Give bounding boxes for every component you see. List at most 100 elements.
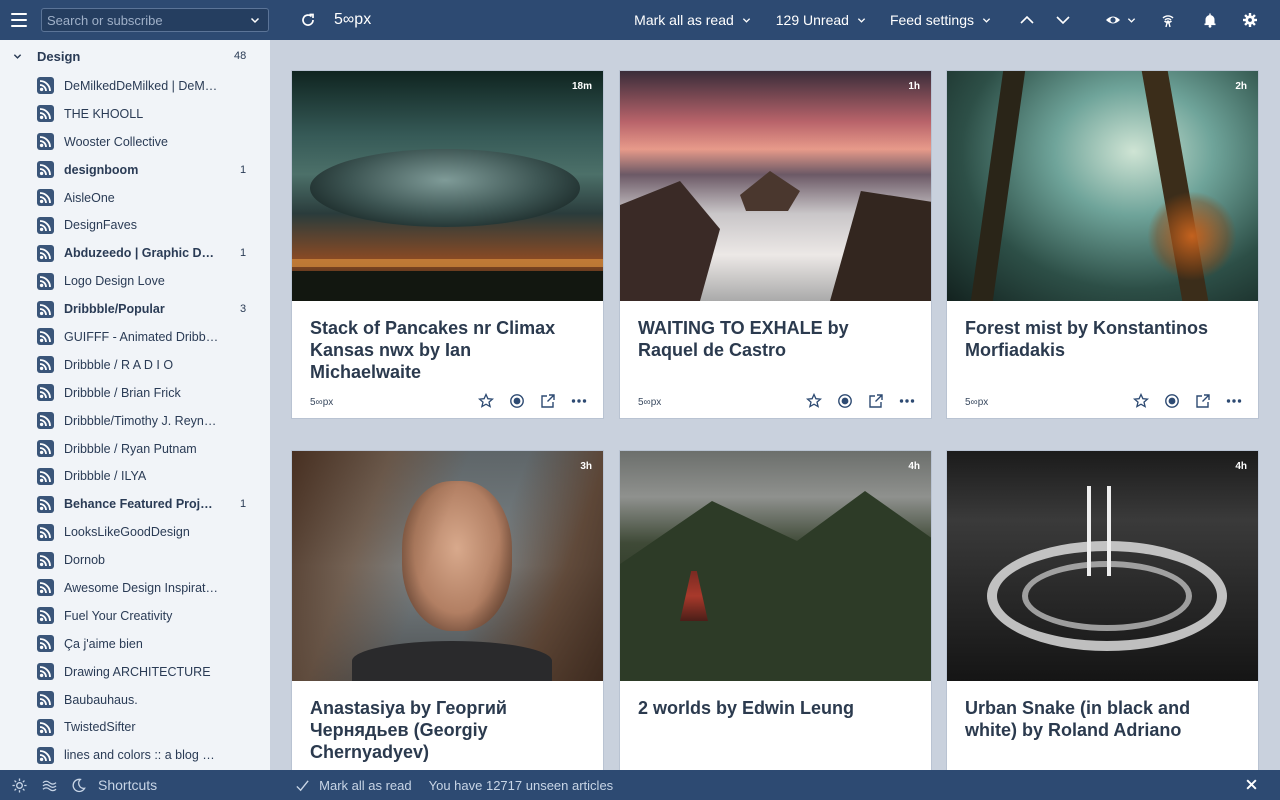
sidebar-feed-item[interactable]: Wooster Collective — [0, 128, 270, 156]
sidebar-feed-item[interactable]: THE KHOOLL — [0, 100, 270, 128]
forest-photo[interactable]: 2h — [947, 71, 1258, 301]
sidebar-feed-item[interactable]: Dribbble / Brian Frick — [0, 379, 270, 407]
sidebar-feed-item[interactable]: Awesome Design Inspiration — [0, 574, 270, 602]
article-footer — [947, 763, 1258, 770]
star-icon[interactable] — [1133, 393, 1149, 409]
chevron-up-icon[interactable] — [1019, 12, 1035, 28]
moon-icon[interactable] — [71, 778, 86, 793]
sidebar-feed-item[interactable]: Baubauhaus. — [0, 686, 270, 714]
mountain-pagoda-photo[interactable]: 4h — [620, 451, 931, 681]
sidebar-feed-item[interactable]: Fuel Your Creativity — [0, 602, 270, 630]
rss-icon — [37, 244, 54, 262]
article-source: 5∞px — [310, 397, 334, 408]
rss-icon — [37, 440, 54, 458]
sidebar-feed-item[interactable]: designboom 1 — [0, 156, 270, 184]
external-link-icon[interactable] — [1195, 393, 1211, 409]
external-link-icon[interactable] — [540, 393, 556, 409]
chevron-down-icon[interactable] — [1055, 12, 1071, 28]
sidebar-feed-item[interactable]: Dribbble/Popular 3 — [0, 295, 270, 323]
sidebar-feed-item[interactable]: Dribbble / R A D I O — [0, 351, 270, 379]
rss-icon — [37, 133, 54, 151]
checkmark-icon[interactable] — [295, 778, 310, 793]
storm-photo[interactable]: 18m — [292, 71, 603, 301]
top-toolbar: 5∞px Mark all as read 129 Unread Feed se… — [0, 0, 1280, 40]
sidebar-feed-item[interactable]: LooksLikeGoodDesign — [0, 518, 270, 546]
article-footer: 5∞px — [292, 383, 603, 418]
article-age: 4h — [908, 461, 920, 472]
chevron-down-icon[interactable] — [13, 52, 22, 61]
sidebar-feed-item[interactable]: DeMilkedDeMilked | DeMil… — [0, 72, 270, 100]
city-interchange-photo[interactable]: 4h — [947, 451, 1258, 681]
rss-icon — [37, 523, 54, 541]
feed-settings-label: Feed settings — [889, 12, 974, 28]
article-card[interactable]: 18m Stack of Pancakes nr Climax Kansas nw… — [291, 70, 604, 419]
feed-settings-button[interactable]: Feed settings — [890, 12, 991, 28]
sidebar-feed-item[interactable]: Ça j'aime bien — [0, 630, 270, 658]
mark-all-read-button[interactable]: Mark all as read — [634, 12, 751, 28]
feed-label: Dornob — [64, 553, 105, 568]
menu-icon[interactable] — [11, 13, 27, 27]
sidebar-feed-item[interactable]: Drawing ARCHITECTURE — [0, 658, 270, 686]
sidebar-feed-item[interactable]: Abduzeedo | Graphic De… 1 — [0, 239, 270, 267]
more-options-icon[interactable] — [1226, 393, 1242, 409]
waves-icon[interactable] — [42, 778, 57, 793]
unread-filter-button[interactable]: 129 Unread — [776, 12, 866, 28]
rss-icon — [37, 495, 54, 513]
sidebar-feed-item[interactable]: Dribbble / ILYA — [0, 462, 270, 490]
feed-label: Behance Featured Proje… — [64, 497, 219, 512]
article-title[interactable]: Stack of Pancakes nr Climax Kansas nwx b… — [292, 301, 603, 383]
mark-read-icon[interactable] — [837, 393, 853, 409]
portrait-photo[interactable]: 3h — [292, 451, 603, 681]
search-input[interactable] — [42, 12, 242, 28]
chevron-down-icon[interactable] — [250, 15, 260, 25]
sidebar-feed-item[interactable]: GUIFFF - Animated Dribb… — [0, 323, 270, 351]
article-card[interactable]: 4h 2 worlds by Edwin Leung — [619, 450, 932, 770]
mark-read-icon[interactable] — [509, 393, 525, 409]
sun-icon[interactable] — [12, 777, 27, 793]
sidebar-feed-item[interactable]: Logo Design Love — [0, 267, 270, 295]
refresh-icon[interactable] — [300, 12, 316, 28]
article-title[interactable]: 2 worlds by Edwin Leung — [620, 681, 931, 763]
sidebar-feed-item[interactable]: Dornob — [0, 546, 270, 574]
shortcuts-button[interactable]: Shortcuts — [98, 777, 157, 793]
article-card[interactable]: 3h Anastasiya by Георгий Чернядьев (Georg… — [291, 450, 604, 770]
broadcast-icon[interactable] — [1160, 12, 1176, 28]
more-options-icon[interactable] — [899, 393, 915, 409]
sidebar-feed-item[interactable]: Dribbble / Ryan Putnam — [0, 435, 270, 463]
star-icon[interactable] — [806, 393, 822, 409]
sidebar-feed-item[interactable]: DesignFaves — [0, 211, 270, 239]
view-mode-button[interactable] — [1105, 12, 1136, 28]
sidebar-folder-design[interactable]: Design 48 — [0, 40, 270, 72]
eye-icon — [1106, 16, 1120, 24]
article-title[interactable]: Anastasiya by Георгий Чернядьев (Georgiy… — [292, 681, 603, 763]
feed-label: Dribbble/Popular — [64, 302, 165, 317]
unread-label: 129 Unread — [775, 12, 849, 28]
more-options-icon[interactable] — [571, 393, 587, 409]
article-age: 2h — [1235, 81, 1247, 92]
article-card[interactable]: 4h Urban Snake (in black and white) by Ro… — [946, 450, 1259, 770]
mark-read-icon[interactable] — [1164, 393, 1180, 409]
feed-unread-count: 3 — [240, 303, 247, 316]
rss-icon — [37, 579, 54, 597]
sidebar-feed-item[interactable]: Behance Featured Proje… 1 — [0, 490, 270, 518]
mark-all-read-link[interactable]: Mark all as read — [319, 778, 411, 793]
sidebar-feed-item[interactable]: Dribbble/Timothy J. Reyno… — [0, 407, 270, 435]
feed-label: DeMilkedDeMilked | DeMil… — [64, 78, 219, 93]
search-box[interactable] — [41, 8, 269, 32]
sidebar-feed-item[interactable]: TwistedSifter — [0, 713, 270, 741]
rss-icon — [37, 412, 54, 430]
article-age: 3h — [580, 461, 592, 472]
seascape-photo[interactable]: 1h — [620, 71, 931, 301]
article-card[interactable]: 2h Forest mist by Konstantinos Morfiadaki… — [946, 70, 1259, 419]
article-title[interactable]: Urban Snake (in black and white) by Rola… — [947, 681, 1258, 763]
external-link-icon[interactable] — [868, 393, 884, 409]
article-card[interactable]: 1h WAITING TO EXHALE by Raquel de Castro 5… — [619, 70, 932, 419]
bell-icon[interactable] — [1202, 12, 1218, 28]
sidebar-feed-item[interactable]: AisleOne — [0, 184, 270, 212]
sidebar-feed-item[interactable]: lines and colors :: a blog a… — [0, 741, 270, 769]
close-icon[interactable] — [1245, 778, 1258, 791]
gear-icon[interactable] — [1242, 12, 1258, 28]
article-title[interactable]: WAITING TO EXHALE by Raquel de Castro — [620, 301, 931, 383]
star-icon[interactable] — [478, 393, 494, 409]
article-title[interactable]: Forest mist by Konstantinos Morfiadakis — [947, 301, 1258, 383]
